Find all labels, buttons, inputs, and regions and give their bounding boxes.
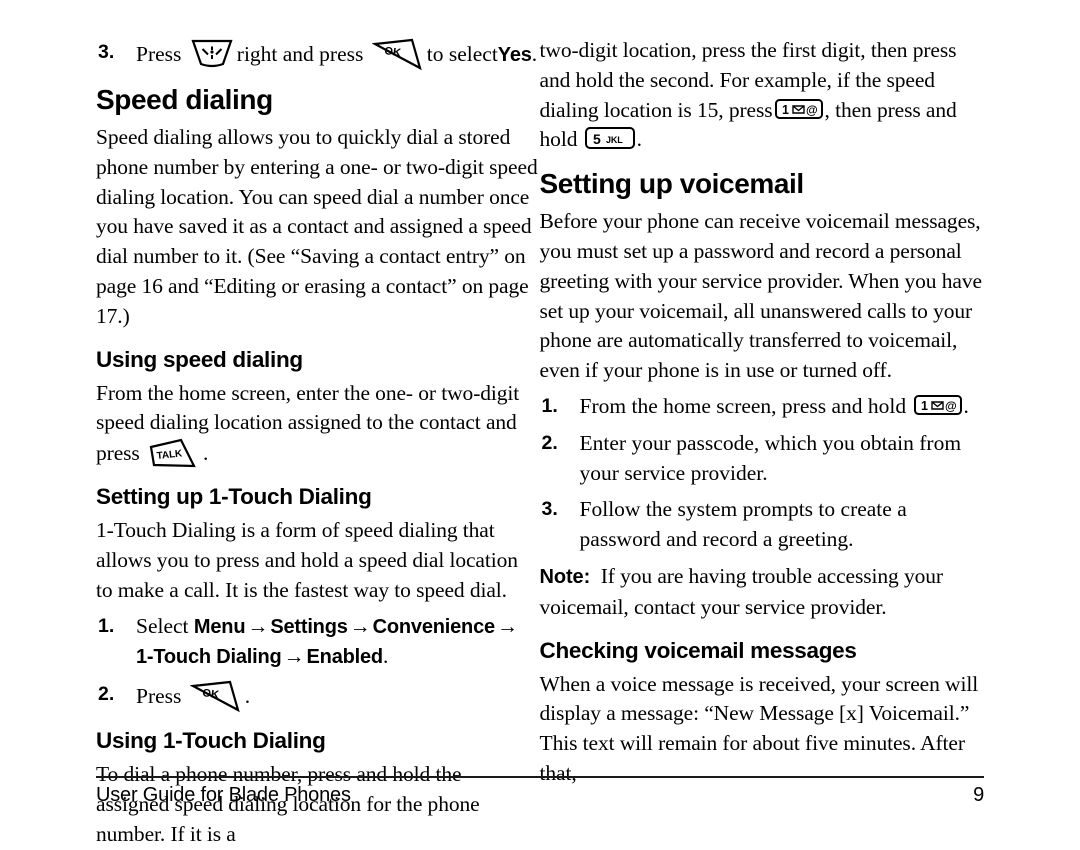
svg-text:5: 5 [593, 131, 601, 147]
arrow-icon: → [496, 613, 518, 638]
step-period: . [531, 42, 538, 66]
menu-path-1-touch-dialing: 1-Touch Dialing [136, 646, 282, 669]
bold-keyword: Yes [497, 44, 532, 66]
menu-path-enabled: Enabled [306, 646, 384, 669]
paragraph-1-touch-intro: 1-Touch Dialing is a form of speed diali… [96, 518, 518, 602]
footer-row: User Guide for Blade Phones 9 [96, 784, 984, 807]
two-column-body: 3. Press right and press OK to selectYes… [96, 36, 988, 846]
list-item: 1. Select Menu→ Settings→ Convenience→ 1-To… [96, 612, 540, 674]
step-text-after: to select [426, 42, 498, 66]
step-lead: Press [136, 684, 182, 709]
step-text-middle: right and press [236, 42, 364, 66]
note-label: Note: [539, 565, 591, 588]
document-page: 3. Press right and press OK to selectYes… [0, 0, 1080, 846]
subheading-using-1-touch-dialing: Using 1-Touch Dialing [96, 728, 326, 754]
step-number: 1. [98, 614, 115, 637]
step-number: 2. [98, 683, 115, 706]
step-text: From the home screen, press and hold [579, 393, 907, 418]
svg-text:1: 1 [921, 399, 928, 413]
paragraph-period: . [202, 441, 209, 466]
footer-divider [96, 776, 984, 778]
left-column: 3. Press right and press OK to selectYes… [96, 36, 540, 846]
footer-page-number: 9 [973, 784, 984, 806]
menu-path-settings: Settings [270, 615, 348, 638]
svg-text:TALK: TALK [156, 448, 183, 462]
svg-text:@: @ [945, 399, 957, 413]
svg-text:OK: OK [201, 687, 219, 701]
svg-text:@: @ [806, 103, 818, 117]
step-period: . [244, 684, 251, 709]
svg-text:OK: OK [383, 45, 401, 59]
subheading-setting-up-1-touch-dialing: Setting up 1-Touch Dialing [96, 484, 372, 510]
step-lead: Select [136, 613, 189, 638]
list-item: 2. Enter your passcode, which you obtain … [540, 429, 988, 489]
step-text: Enter your passcode, which you obtain fr… [579, 430, 962, 485]
step-number: 1. [541, 394, 558, 417]
arrow-icon: → [247, 613, 269, 638]
step-list-voicemail: 1. From the home screen, press and hold 1… [540, 392, 988, 555]
note-block: Note: If you are having trouble accessin… [540, 562, 988, 623]
paragraph-voicemail-intro: Before your phone can receive voicemail … [539, 209, 982, 383]
svg-text:1: 1 [782, 103, 789, 117]
footer-title: User Guide for Blade Phones [96, 784, 351, 806]
paragraph-period: . [636, 127, 642, 152]
heading-speed-dialing: Speed dialing [96, 84, 273, 115]
key-5-icon: 5 JKL [584, 126, 636, 150]
right-column: two-digit location, press the first digi… [539, 36, 988, 785]
arrow-icon: → [283, 644, 305, 669]
list-item: 3. Follow the system prompts to create a … [540, 495, 988, 555]
step-number: 2. [541, 431, 558, 454]
list-item: 1. From the home screen, press and hold 1… [540, 392, 988, 422]
step-number: 3. [98, 41, 115, 63]
list-item: 2. Press OK . [96, 680, 540, 713]
ok-key-icon: OK [371, 38, 424, 71]
heading-setting-up-voicemail: Setting up voicemail [539, 168, 805, 200]
paragraph-checking-voicemail: When a voice message is received, your s… [539, 671, 979, 785]
list-item: 3. Press right and press OK to selectYes… [96, 38, 540, 71]
step-period: . [382, 644, 389, 669]
key-1-icon: 1 @ [774, 98, 824, 120]
step-text: Follow the system prompts to create a pa… [579, 497, 907, 552]
step-text-before: Press [136, 42, 182, 66]
paragraph-using-speed-dialing: From the home screen, enter the one- or … [96, 379, 540, 470]
paragraph-speed-dialing: Speed dialing allows you to quickly dial… [96, 125, 538, 328]
key-1-icon: 1 @ [913, 394, 963, 416]
paragraph-continuation: two-digit location, press the first digi… [540, 36, 988, 155]
menu-path-menu: Menu [193, 615, 246, 638]
step-number: 3. [541, 498, 558, 521]
page-footer: User Guide for Blade Phones 9 [96, 776, 984, 807]
svg-text:JKL: JKL [606, 135, 623, 145]
arrow-icon: → [349, 613, 371, 638]
step-period: . [963, 393, 969, 418]
step-list-1-touch: 1. Select Menu→ Settings→ Convenience→ 1-To… [96, 612, 540, 714]
subheading-checking-voicemail-messages: Checking voicemail messages [539, 637, 857, 663]
navigation-key-icon [190, 38, 234, 68]
talk-key-icon: TALK [148, 438, 200, 469]
subheading-using-speed-dialing: Using speed dialing [96, 346, 303, 372]
note-text: If you are having trouble accessing your… [539, 563, 944, 619]
ok-key-icon: OK [189, 680, 242, 713]
step-list-continued: 3. Press right and press OK to selectYes… [96, 38, 540, 71]
menu-path-convenience: Convenience [372, 615, 495, 638]
